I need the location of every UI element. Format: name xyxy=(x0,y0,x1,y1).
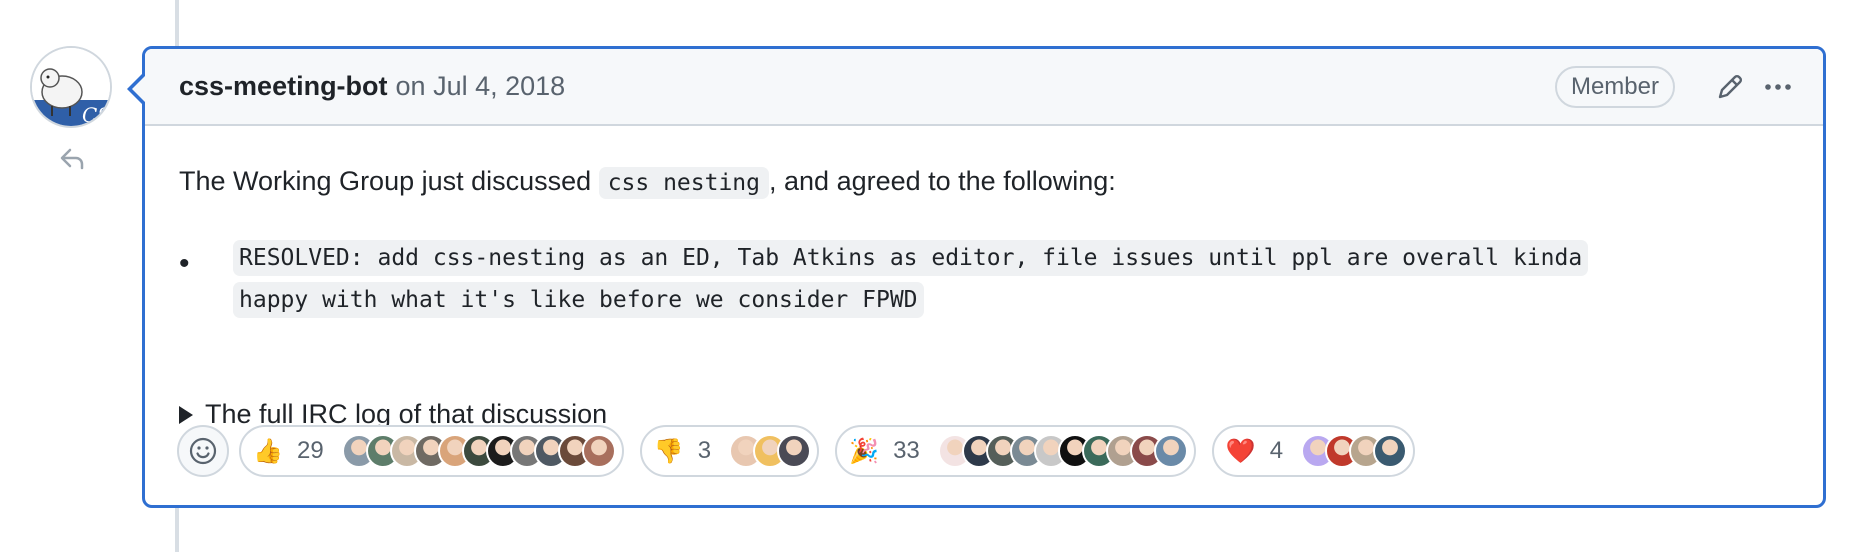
reactor-avatar[interactable] xyxy=(1153,434,1188,468)
pencil-icon[interactable] xyxy=(1713,70,1747,104)
reactor-avatar[interactable] xyxy=(581,434,616,468)
comment-date[interactable]: on Jul 4, 2018 xyxy=(396,71,566,102)
member-badge: Member xyxy=(1554,65,1675,108)
thumbs-up-icon: 👍 xyxy=(253,437,283,465)
header-actions: Member xyxy=(1554,65,1795,108)
reactor-avatars xyxy=(1301,434,1408,468)
kebab-horizontal-icon[interactable] xyxy=(1761,70,1795,104)
inline-code: css nesting xyxy=(598,167,770,199)
add-reaction-button[interactable] xyxy=(177,425,229,477)
thumbs-down-icon: 👎 xyxy=(653,437,684,465)
avatar[interactable]: CSS xyxy=(30,46,112,128)
reactor-avatars xyxy=(341,434,616,468)
reactor-avatar[interactable] xyxy=(777,434,812,468)
reaction-hooray[interactable]: 🎉 33 xyxy=(835,425,1196,477)
smiley-icon xyxy=(189,437,217,465)
reactor-avatars xyxy=(937,434,1188,468)
reply-icon[interactable] xyxy=(56,142,88,174)
reaction-thumbs-up[interactable]: 👍 29 xyxy=(239,425,624,477)
reaction-count: 3 xyxy=(697,437,712,464)
reaction-count: 29 xyxy=(297,437,324,464)
resolution-item: RESOLVED: add css-nesting as an ED, Tab … xyxy=(233,237,1603,321)
comment-intro: The Working Group just discussed css nes… xyxy=(179,161,1116,203)
reaction-thumbs-down[interactable]: 👎 3 xyxy=(639,425,820,477)
intro-text-after: , and agreed to the following: xyxy=(769,166,1116,196)
intro-text-before: The Working Group just discussed xyxy=(179,166,599,196)
bullet-point: • xyxy=(179,247,190,280)
heart-icon: ❤️ xyxy=(1225,437,1256,465)
sheep-logo-icon: CSS xyxy=(32,48,112,127)
comment-header: css-meeting-bot on Jul 4, 2018 Member xyxy=(145,49,1823,126)
resolution-code: RESOLVED: add css-nesting as an ED, Tab … xyxy=(233,240,1589,318)
reactions-bar: 👍 29 👎 3 🎉 33 ❤️ 4 xyxy=(177,425,1431,477)
svg-text:CSS: CSS xyxy=(82,103,112,127)
reaction-count: 4 xyxy=(1269,437,1284,464)
comment-caret-fill xyxy=(132,76,145,102)
reactor-avatar[interactable] xyxy=(1373,434,1408,468)
reaction-count: 33 xyxy=(893,437,920,464)
hooray-icon: 🎉 xyxy=(849,437,879,465)
disclosure-triangle-icon[interactable] xyxy=(179,405,193,424)
comment-box: css-meeting-bot on Jul 4, 2018 Member Th… xyxy=(142,46,1826,508)
reaction-heart[interactable]: ❤️ 4 xyxy=(1211,425,1416,477)
author-name[interactable]: css-meeting-bot xyxy=(179,71,388,102)
reactor-avatars xyxy=(729,434,812,468)
